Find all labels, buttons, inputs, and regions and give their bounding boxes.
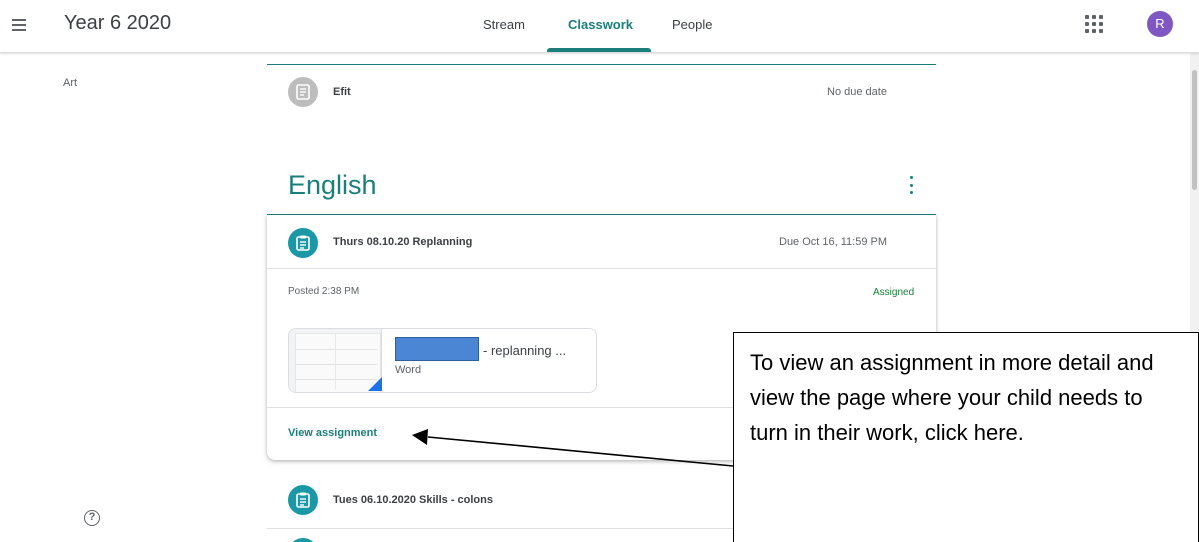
- word-file-icon: [368, 377, 382, 391]
- card-divider: [267, 268, 936, 269]
- assignment-icon: [288, 485, 318, 515]
- tab-stream[interactable]: Stream: [483, 17, 525, 32]
- item-title-efit[interactable]: Efit: [333, 86, 351, 98]
- apps-icon[interactable]: [1085, 15, 1103, 33]
- class-title[interactable]: Year 6 2020: [64, 12, 171, 35]
- topic-divider: [267, 64, 936, 65]
- help-icon[interactable]: ?: [84, 510, 100, 526]
- tab-people[interactable]: People: [672, 17, 712, 32]
- attachment-card[interactable]: - replanning ... Word: [288, 328, 597, 393]
- redacted-name-block: [395, 337, 479, 361]
- sidebar-topic-art[interactable]: Art: [63, 77, 77, 89]
- posted-time: Posted 2:38 PM: [288, 286, 360, 297]
- top-app-bar: Year 6 2020 Stream Classwork People R: [0, 0, 1199, 53]
- attachment-thumbnail: [289, 329, 382, 392]
- menu-icon[interactable]: [6, 12, 32, 38]
- more-vert-icon[interactable]: [907, 176, 915, 194]
- attachment-name: - replanning ...: [483, 343, 567, 358]
- assignment-due: Due Oct 16, 11:59 PM: [779, 236, 888, 248]
- material-icon: [288, 77, 318, 107]
- annotation-text: To view an assignment in more detail and…: [750, 350, 1154, 445]
- item-due-efit: No due date: [827, 86, 887, 98]
- section-title: English: [288, 170, 377, 200]
- active-tab-indicator: [547, 48, 651, 52]
- annotation-callout: To view an assignment in more detail and…: [733, 332, 1199, 542]
- avatar[interactable]: R: [1147, 11, 1173, 37]
- attachment-type: Word: [395, 364, 422, 376]
- status-badge: Assigned: [873, 287, 915, 298]
- assignment-title[interactable]: Thurs 08.10.20 Replanning: [333, 236, 472, 248]
- next-assignment-title[interactable]: Tues 06.10.2020 Skills - colons: [333, 494, 493, 506]
- tab-classwork[interactable]: Classwork: [568, 17, 633, 32]
- view-assignment-link[interactable]: View assignment: [288, 427, 377, 439]
- assignment-icon: [288, 538, 318, 542]
- scrollbar-thumb[interactable]: [1192, 70, 1197, 190]
- assignment-icon: [288, 228, 318, 258]
